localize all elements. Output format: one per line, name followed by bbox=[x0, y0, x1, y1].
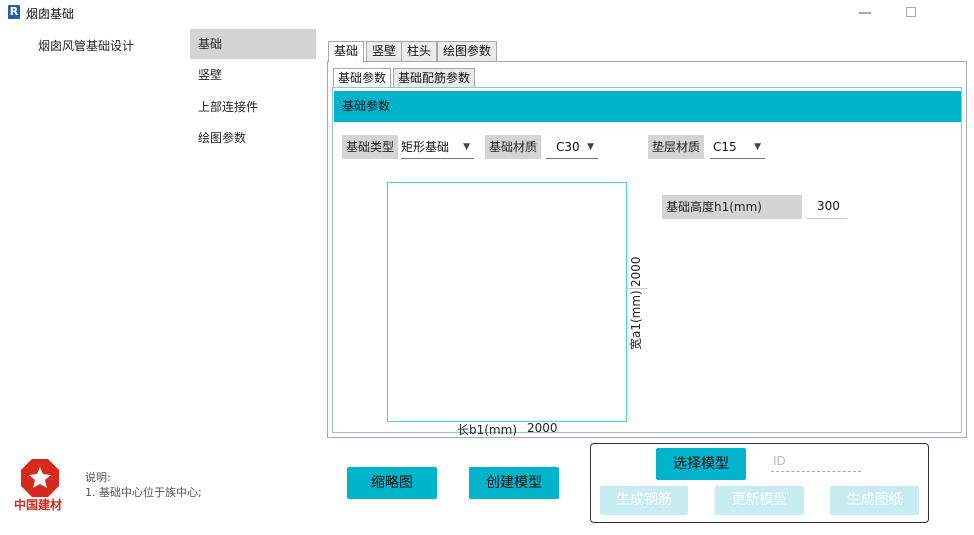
tab-column-head[interactable]: 柱头 bbox=[401, 41, 438, 62]
length-dimension-label: 长b1(mm) bbox=[457, 423, 517, 437]
tree-root-label[interactable]: 烟囱风管基础设计 bbox=[38, 37, 134, 54]
sidebar-item-foundation[interactable]: 基础 bbox=[190, 29, 316, 59]
width-input[interactable]: 2000 bbox=[625, 255, 647, 289]
tab-foundation[interactable]: 基础 bbox=[328, 41, 365, 63]
revit-app-icon: R bbox=[8, 5, 20, 19]
tab-drawing-params[interactable]: 绘图参数 bbox=[437, 41, 498, 62]
sidebar-item-drawing-params[interactable]: 绘图参数 bbox=[190, 123, 316, 153]
foundation-type-select[interactable]: 矩形基础 ▼ bbox=[401, 135, 474, 159]
subtab-foundation-params[interactable]: 基础参数 bbox=[333, 68, 392, 89]
height-input[interactable]: 300 bbox=[807, 195, 847, 219]
subtab-rebar-params[interactable]: 基础配筋参数 bbox=[393, 68, 476, 88]
cushion-material-label: 垫层材质 bbox=[648, 135, 705, 159]
select-model-button[interactable]: 选择模型 bbox=[656, 448, 746, 480]
minimize-button[interactable]: — bbox=[842, 0, 888, 26]
tab-wall[interactable]: 竖壁 bbox=[366, 41, 403, 62]
logo-text: 中国建材 bbox=[14, 498, 63, 512]
title-bar: R 烟囱基础 — bbox=[0, 0, 974, 26]
foundation-outline bbox=[387, 182, 627, 422]
thumbnail-button[interactable]: 缩略图 bbox=[347, 467, 437, 499]
id-input[interactable]: ID bbox=[771, 452, 861, 472]
sidebar-item-wall[interactable]: 竖壁 bbox=[190, 60, 316, 90]
note-line: 1. 基础中心位于族中心; bbox=[85, 486, 202, 499]
foundation-material-value: C30 bbox=[556, 140, 580, 154]
create-model-button[interactable]: 创建模型 bbox=[469, 467, 559, 499]
cushion-material-select[interactable]: C15 ▼ bbox=[710, 135, 765, 159]
foundation-material-select[interactable]: C30 ▼ bbox=[546, 135, 598, 159]
maximize-button[interactable] bbox=[888, 0, 934, 26]
foundation-type-value: 矩形基础 bbox=[401, 140, 450, 154]
window-title: 烟囱基础 bbox=[26, 7, 75, 21]
update-model-button[interactable]: 更新模型 bbox=[715, 486, 804, 515]
height-label: 基础高度h1(mm) bbox=[662, 195, 802, 219]
width-dimension-label: 宽a1(mm) bbox=[629, 290, 643, 350]
width-value: 2000 bbox=[629, 256, 643, 287]
cnbm-logo bbox=[21, 459, 59, 497]
chevron-down-icon: ▼ bbox=[587, 142, 594, 152]
sidebar-item-upper-connector[interactable]: 上部连接件 bbox=[190, 92, 316, 122]
chevron-down-icon: ▼ bbox=[463, 142, 470, 152]
foundation-material-label: 基础材质 bbox=[485, 135, 542, 159]
cushion-material-value: C15 bbox=[713, 140, 737, 154]
generate-rebar-button[interactable]: 生成钢筋 bbox=[600, 486, 688, 515]
generate-drawing-button[interactable]: 生成图纸 bbox=[830, 486, 919, 515]
chevron-down-icon: ▼ bbox=[754, 142, 761, 152]
length-input[interactable]: 2000 bbox=[527, 421, 558, 435]
note-title: 说明: bbox=[85, 471, 111, 484]
minimize-icon: — bbox=[858, 5, 872, 21]
maximize-icon bbox=[906, 7, 916, 17]
foundation-type-label: 基础类型 bbox=[342, 135, 399, 159]
section-header: 基础参数 bbox=[334, 91, 961, 122]
